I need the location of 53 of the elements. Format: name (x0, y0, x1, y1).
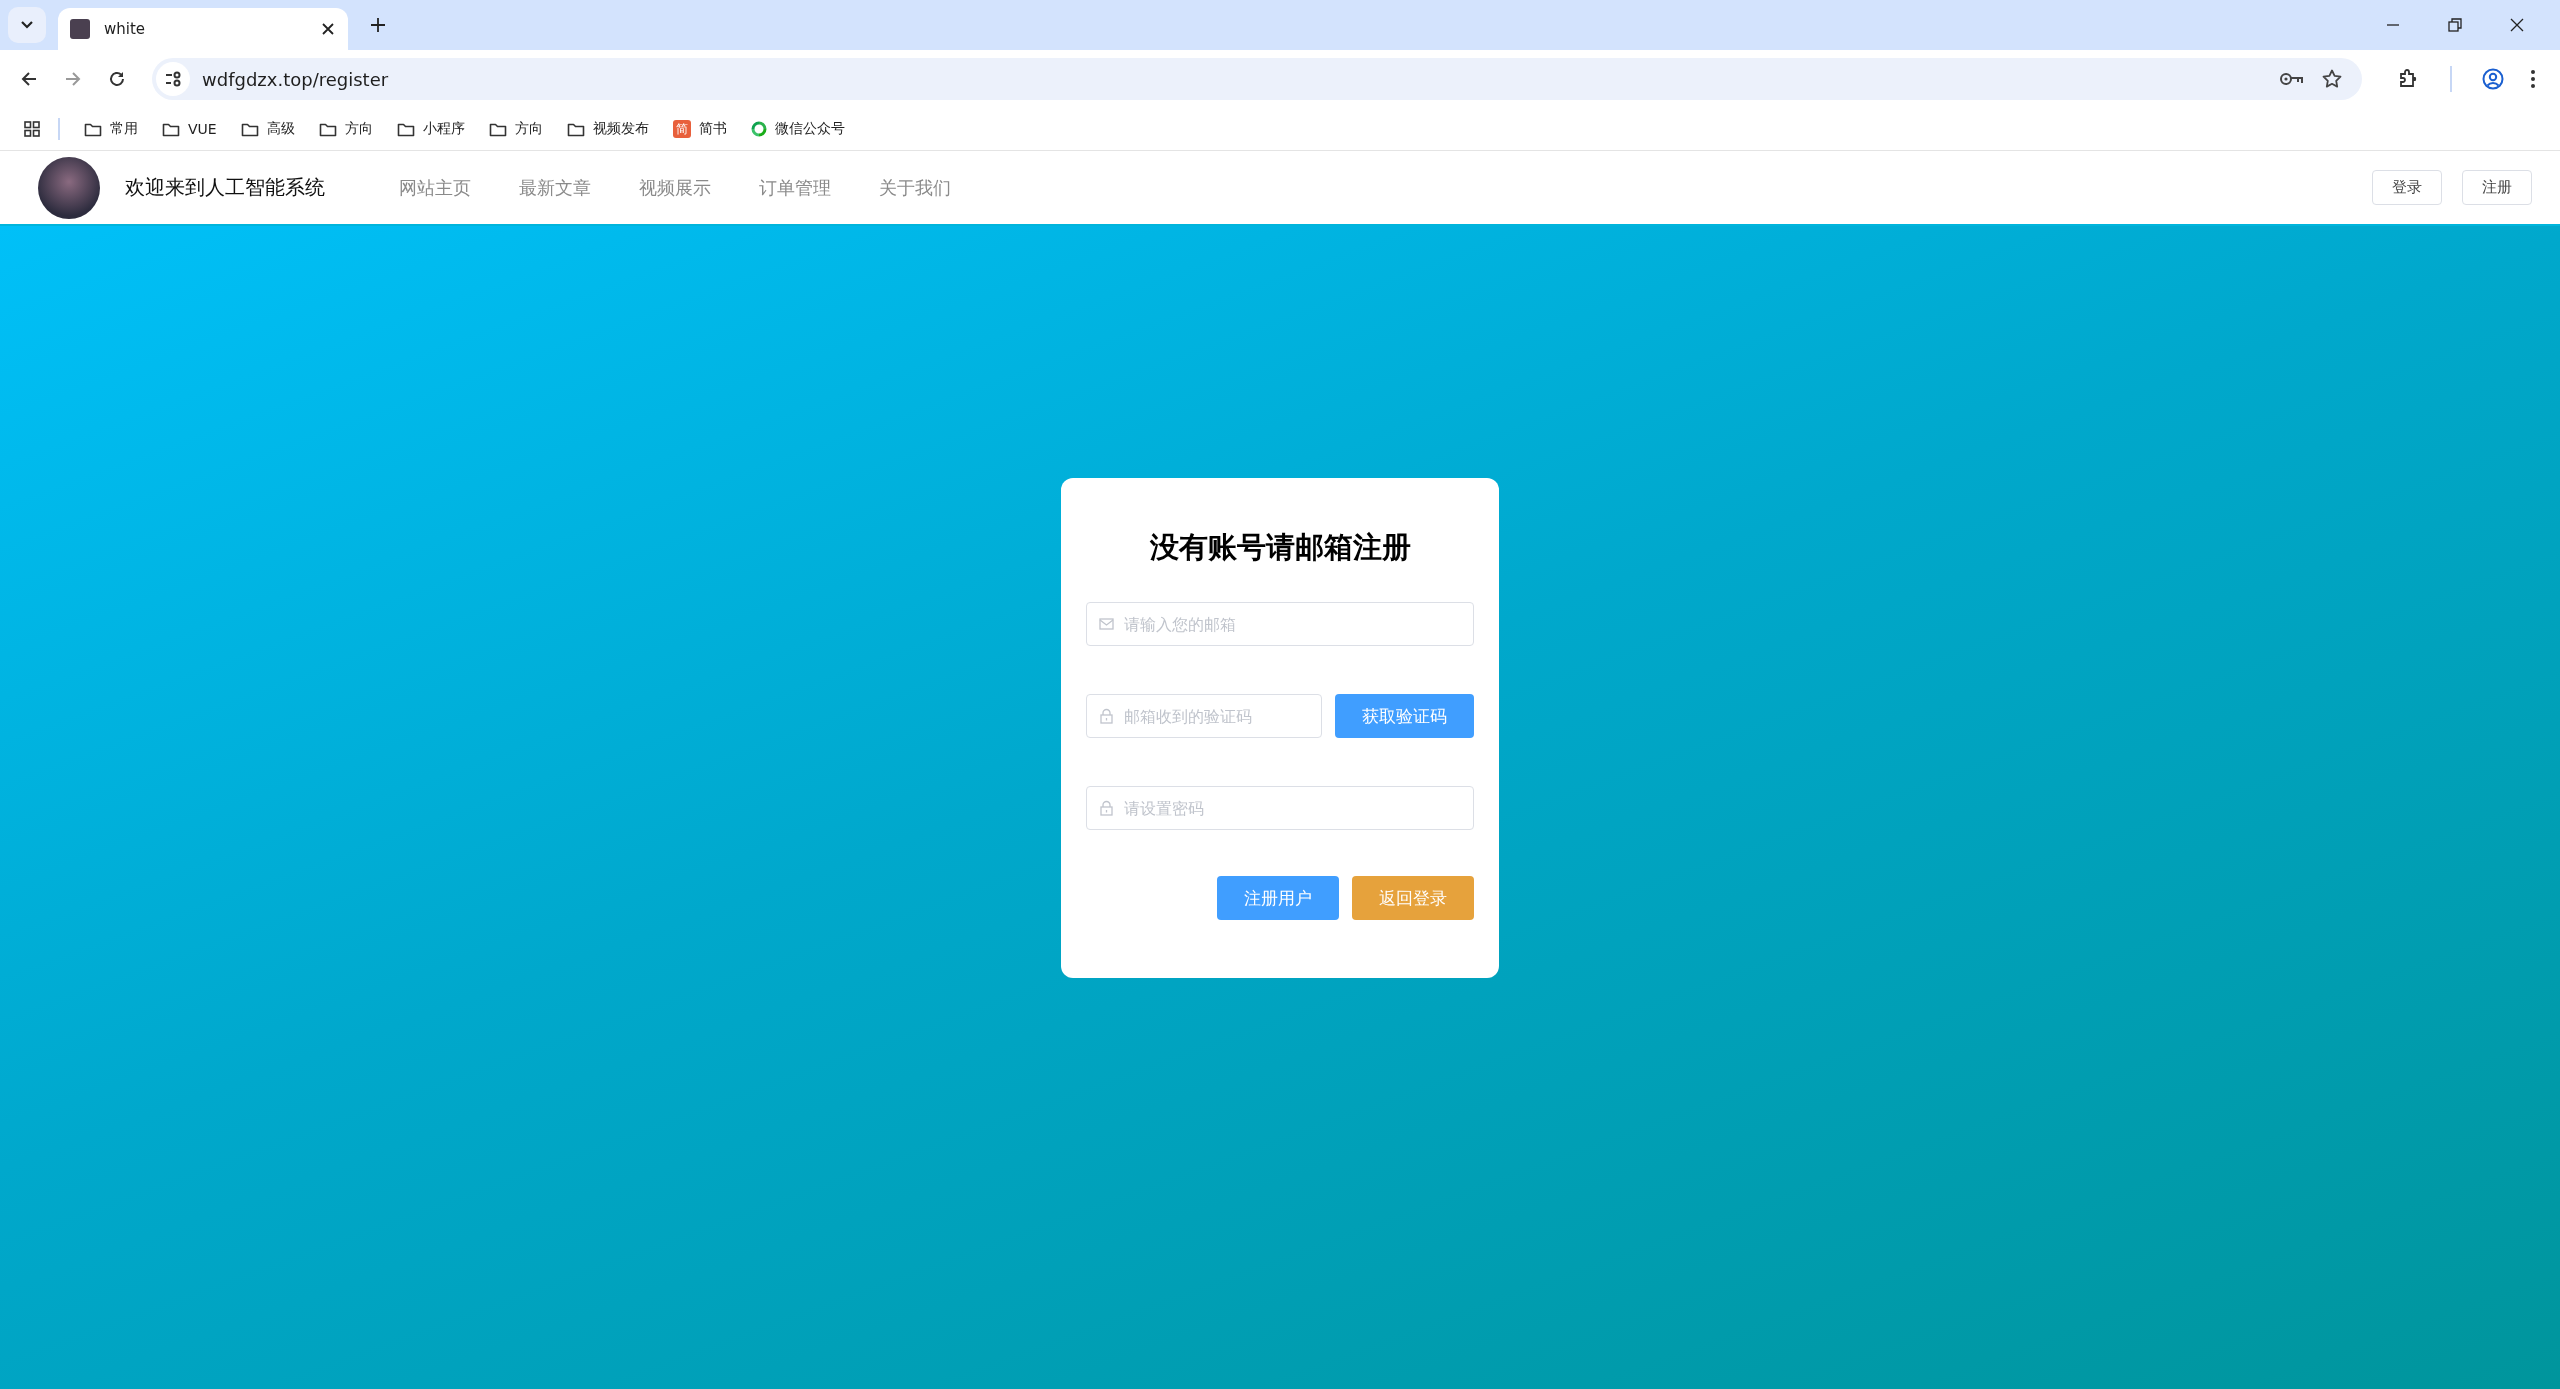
address-bar[interactable]: wdfgdzx.top/register (152, 58, 2362, 100)
back-icon[interactable] (20, 70, 38, 88)
bookmark-item[interactable]: 高级 (240, 120, 295, 138)
code-field[interactable]: 邮箱收到的验证码 (1086, 694, 1322, 738)
site-settings-icon[interactable] (156, 62, 190, 96)
tab-list-button[interactable] (8, 7, 46, 43)
chevron-down-icon (20, 20, 34, 30)
email-field[interactable]: 请输入您的邮箱 (1086, 602, 1474, 646)
mail-icon (1099, 617, 1114, 631)
bookmark-star-icon[interactable] (2322, 69, 2342, 89)
new-tab-icon[interactable] (370, 17, 386, 33)
folder-icon (318, 121, 337, 137)
forward-icon[interactable] (64, 70, 82, 88)
header-button[interactable]: 登录 (2372, 170, 2442, 205)
password-field[interactable]: 请设置密码 (1086, 786, 1474, 830)
nav-link[interactable]: 视频展示 (639, 175, 711, 200)
nav-link[interactable]: 关于我们 (879, 175, 951, 200)
nav-link[interactable]: 网站主页 (399, 175, 471, 200)
folder-icon (396, 121, 415, 137)
folder-icon (566, 121, 585, 137)
bookmark-item[interactable]: 方向 (488, 120, 543, 138)
bookmark-item[interactable]: 简 简书 (672, 120, 727, 138)
lock-icon (1099, 708, 1114, 724)
restore-icon[interactable] (2448, 18, 2462, 32)
apps-grid-icon[interactable] (24, 121, 40, 137)
menu-icon[interactable] (2530, 69, 2536, 89)
ring-logo-icon (750, 121, 767, 137)
reload-icon[interactable] (108, 70, 126, 88)
tab-title: white (104, 20, 147, 38)
bookmark-item[interactable]: 微信公众号 (750, 120, 845, 138)
profile-icon[interactable] (2482, 68, 2504, 90)
extensions-icon[interactable] (2398, 69, 2418, 89)
bookmark-item[interactable]: 方向 (318, 120, 373, 138)
folder-icon (84, 121, 102, 137)
browser-tab[interactable]: white (58, 8, 348, 50)
close-icon[interactable] (322, 23, 334, 35)
bookmark-item[interactable]: 小程序 (396, 120, 465, 138)
header-button[interactable]: 注册 (2462, 170, 2532, 205)
site-title: 欢迎来到人工智能系统 (125, 174, 325, 201)
form-title: 没有账号请邮箱注册 (1148, 529, 1412, 566)
site-logo-icon: 简 (672, 120, 691, 138)
close-icon[interactable] (2510, 18, 2524, 32)
folder-icon (240, 121, 259, 137)
bookmark-item[interactable]: 视频发布 (566, 120, 649, 138)
lock-icon (1099, 800, 1114, 816)
url-text: wdfgdzx.top/register (202, 68, 389, 90)
bookmark-item[interactable]: VUE (162, 121, 217, 137)
nav-link[interactable]: 最新文章 (519, 175, 591, 200)
folder-icon (162, 121, 180, 137)
key-icon[interactable] (2280, 72, 2304, 86)
folder-icon (488, 121, 507, 137)
favicon-placeholder (70, 19, 90, 39)
bookmark-item[interactable]: 常用 (84, 120, 138, 138)
